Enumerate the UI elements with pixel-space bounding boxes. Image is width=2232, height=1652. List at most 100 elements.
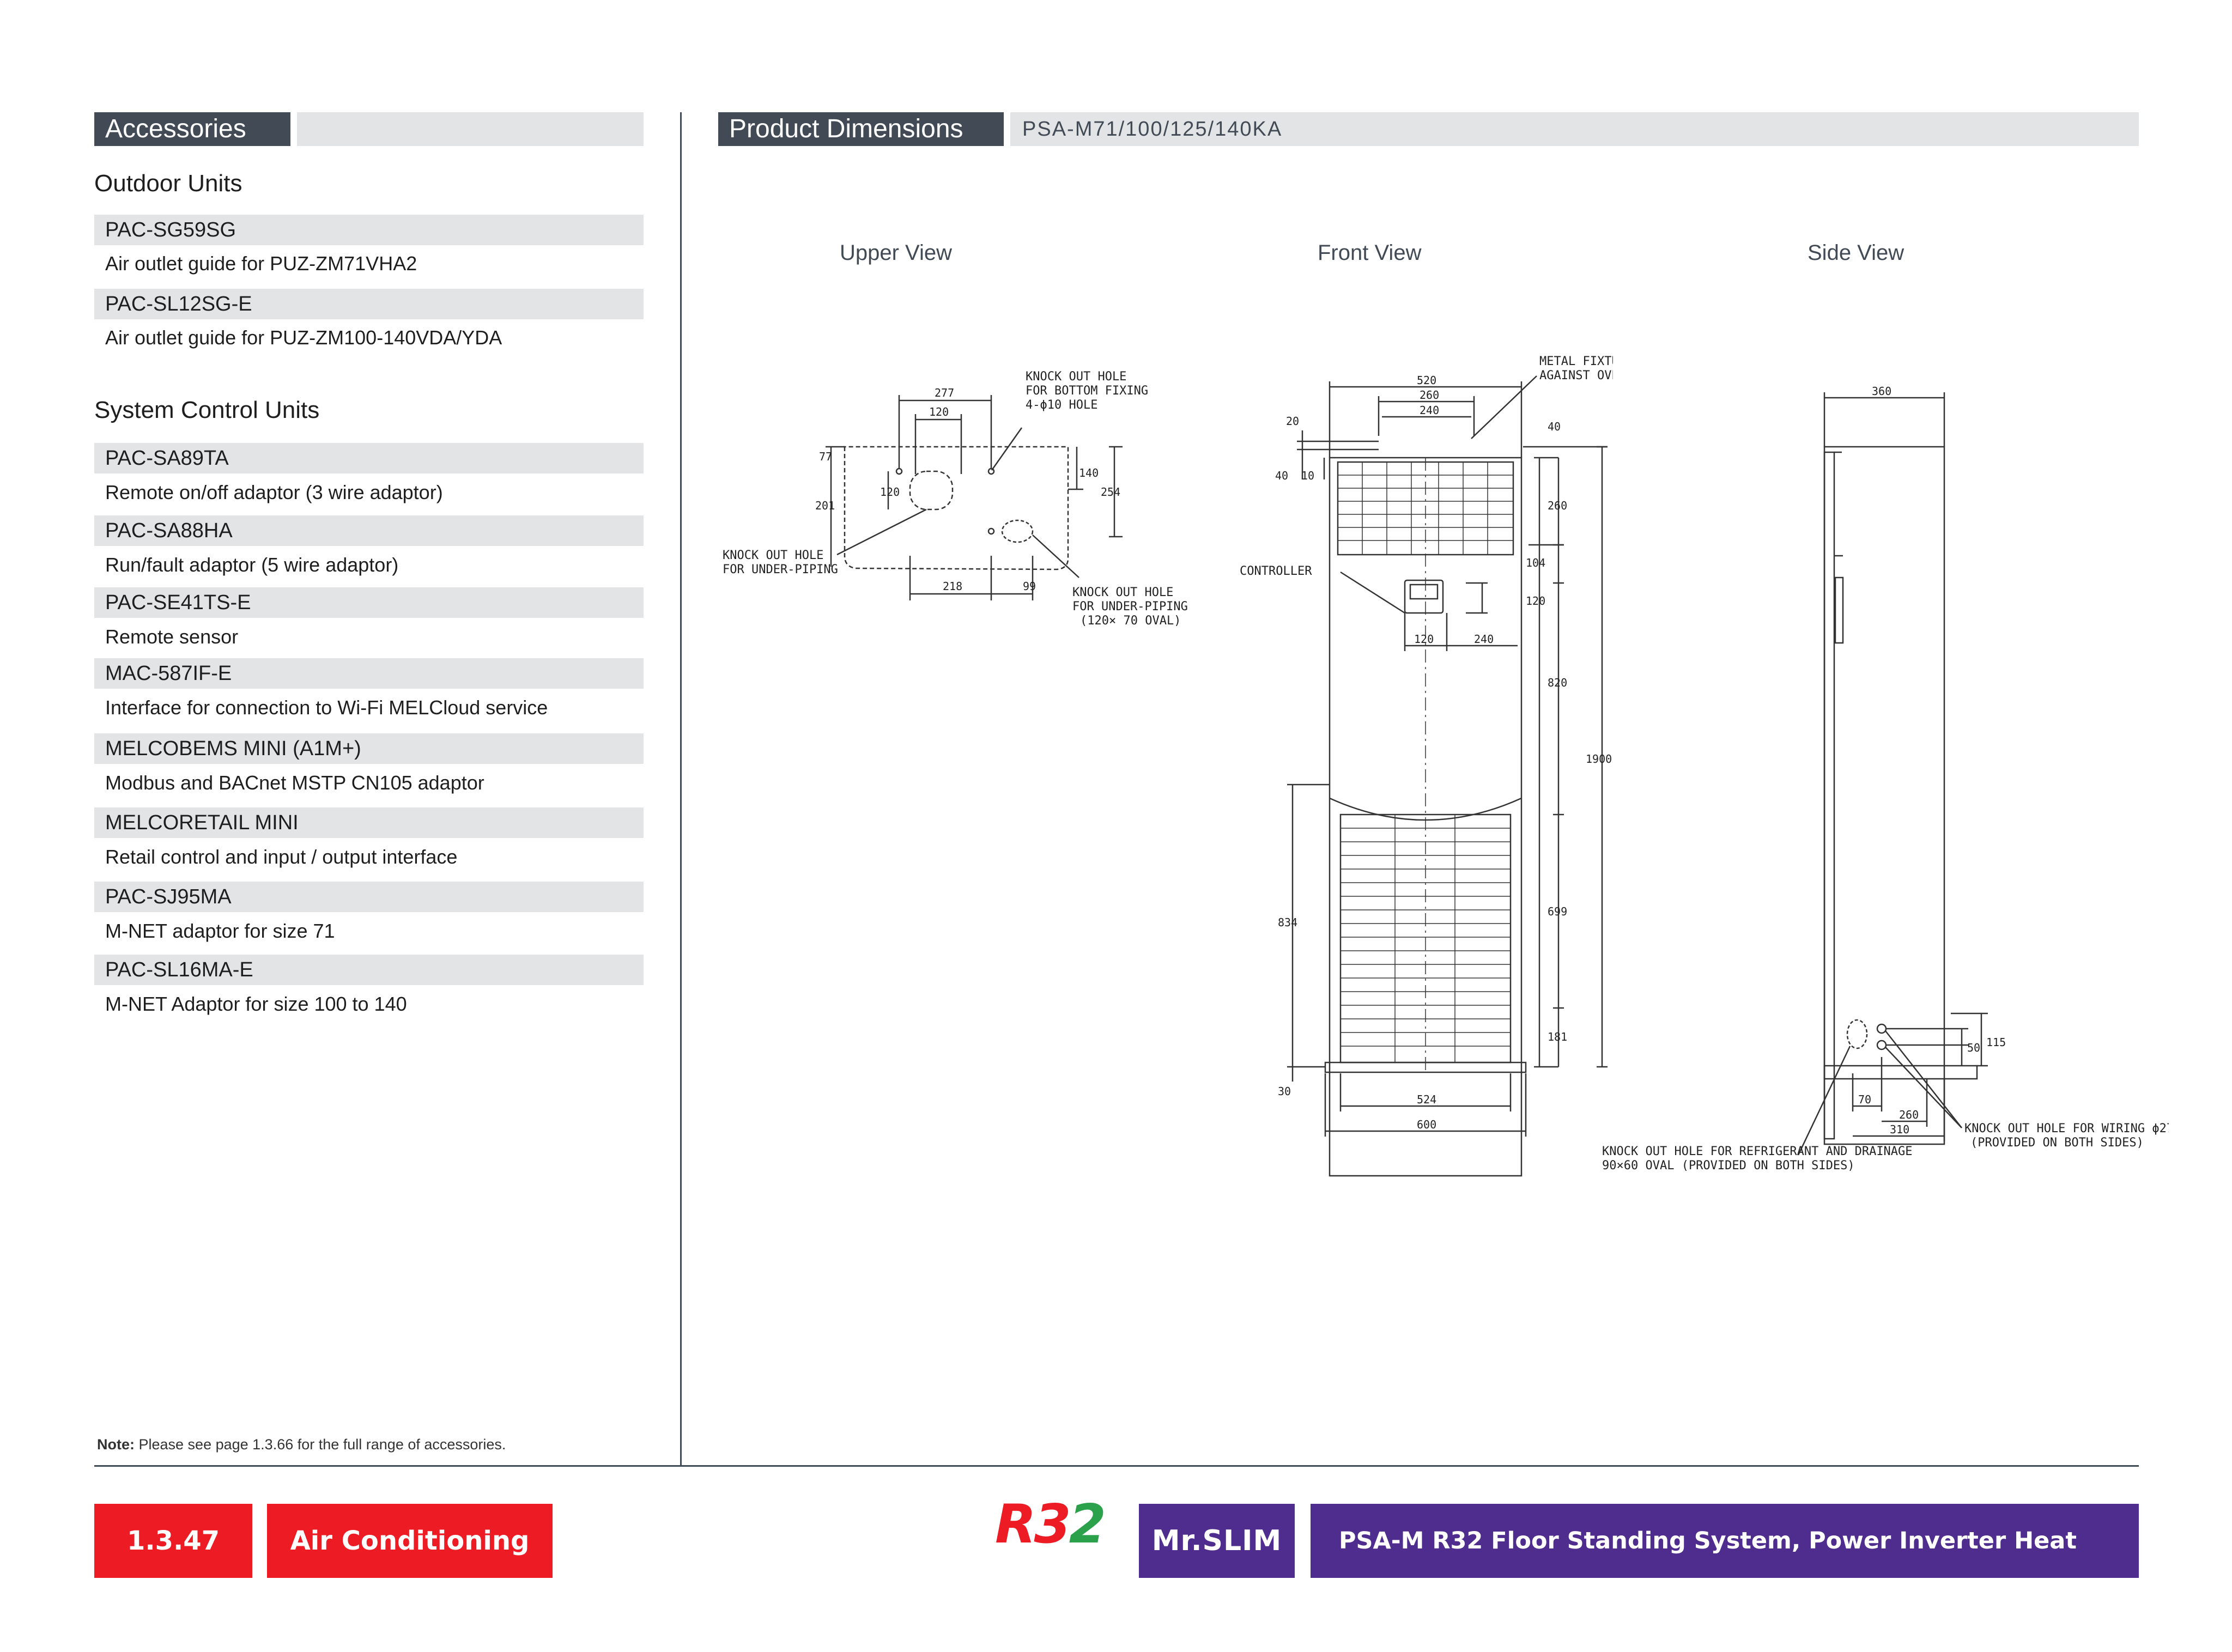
- dim-120h: 120: [1414, 633, 1434, 646]
- accessory-desc: Interface for connection to Wi-Fi MELClo…: [105, 696, 548, 719]
- accessory-desc: Run/fault adaptor (5 wire adaptor): [105, 554, 399, 576]
- column-divider: [680, 112, 682, 1467]
- dim-10: 10: [1301, 469, 1314, 482]
- accessory-desc: Remote sensor: [105, 625, 239, 648]
- note-label: Note:: [97, 1436, 135, 1453]
- label-knock-oval: FOR UNDER-PIPING: [1072, 600, 1188, 614]
- dim-820: 820: [1548, 676, 1567, 689]
- dim-140: 140: [1079, 466, 1099, 479]
- accessory-code: PAC-SE41TS-E: [94, 587, 644, 618]
- accessory-code: PAC-SL12SG-E: [94, 289, 644, 319]
- label-knock-refrigerant: KNOCK OUT HOLE FOR REFRIGERANT AND DRAIN…: [1602, 1145, 1913, 1158]
- dim-524: 524: [1417, 1093, 1436, 1106]
- r32-logo-3: 3: [1034, 1493, 1071, 1556]
- dim-699: 699: [1548, 905, 1567, 918]
- upper-view-oval-hole: [1001, 519, 1034, 543]
- dim-115: 115: [1986, 1036, 2006, 1049]
- upper-view-knockout: [909, 470, 954, 511]
- dim-201: 201: [815, 499, 835, 512]
- label-knock-oval: KNOCK OUT HOLE: [1072, 586, 1173, 599]
- dim-120v: 120: [880, 485, 900, 499]
- fixing-hole: [987, 527, 995, 535]
- label-metal-fixture: METAL FIXTURE: [1539, 355, 1613, 368]
- mr-slim-logo: Mr.SLIM: [1139, 1504, 1295, 1578]
- dim-77: 77: [819, 450, 832, 463]
- accessory-desc: M-NET adaptor for size 71: [105, 920, 335, 942]
- accessories-header: Accessories: [94, 112, 290, 146]
- front-view-drawing: 520 260 240 20 40 10 40 260 104 120 820 …: [1240, 355, 1613, 1177]
- dim-310: 310: [1890, 1123, 1909, 1136]
- dim-520: 520: [1417, 374, 1436, 387]
- system-control-heading: System Control Units: [94, 397, 320, 423]
- note-text: Please see page 1.3.66 for the full rang…: [135, 1436, 506, 1453]
- accessory-code: MELCORETAIL MINI: [94, 807, 644, 838]
- accessory-desc: Air outlet guide for PUZ-ZM100-140VDA/YD…: [105, 326, 502, 349]
- label-knock-refrigerant: 90×60 OVAL (PROVIDED ON BOTH SIDES): [1602, 1159, 1855, 1173]
- dim-360: 360: [1872, 385, 1891, 398]
- label-knock-oval: (120× 70 OVAL): [1080, 614, 1181, 628]
- dim-181: 181: [1548, 1030, 1567, 1043]
- dim-240h: 240: [1474, 633, 1494, 646]
- accessory-code: PAC-SA89TA: [94, 443, 644, 473]
- side-view-front-strip: [1823, 451, 1835, 1140]
- accessory-desc: Air outlet guide for PUZ-ZM71VHA2: [105, 252, 417, 275]
- accessory-desc: Remote on/off adaptor (3 wire adaptor): [105, 481, 443, 503]
- label-knock-wiring: (PROVIDED ON BOTH SIDES): [1970, 1136, 2144, 1150]
- dim-260: 260: [1420, 388, 1439, 402]
- dim-260v: 260: [1548, 499, 1567, 512]
- accessory-code: PAC-SA88HA: [94, 515, 644, 546]
- accessory-code: MAC-587IF-E: [94, 658, 644, 689]
- dim-70: 70: [1858, 1093, 1871, 1106]
- dim-50: 50: [1967, 1041, 1980, 1054]
- side-view-title: Side View: [1808, 241, 1905, 265]
- dim-254: 254: [1101, 485, 1120, 499]
- r32-logo: R32: [995, 1497, 1106, 1552]
- wiring-hole: [1876, 1023, 1887, 1034]
- upper-view-drawing: 277 120 77 201 120 140 254 218 99 KNOCK …: [723, 370, 1188, 628]
- accessory-code: PAC-SL16MA-E: [94, 955, 644, 985]
- r32-logo-r: R: [995, 1493, 1036, 1556]
- page-number: 1.3.47: [94, 1504, 252, 1578]
- dim-30: 30: [1278, 1085, 1291, 1098]
- side-view-base: [1823, 1065, 1978, 1080]
- accessory-desc: Retail control and input / output interf…: [105, 846, 458, 868]
- accessory-code: PAC-SG59SG: [94, 215, 644, 245]
- label-knock-bottom: KNOCK OUT HOLE: [1026, 370, 1126, 384]
- dim-40: 40: [1275, 469, 1288, 482]
- dim-40r: 40: [1548, 420, 1561, 433]
- section-label: Air Conditioning: [267, 1504, 553, 1578]
- accessory-code: PAC-SJ95MA: [94, 882, 644, 912]
- label-knock-under: KNOCK OUT HOLE: [723, 549, 823, 562]
- dim-120: 120: [929, 405, 949, 418]
- fixing-hole: [895, 467, 903, 475]
- dim-218: 218: [943, 580, 962, 593]
- dim-834: 834: [1278, 916, 1297, 929]
- r32-logo-2: 2: [1069, 1493, 1106, 1556]
- accessory-desc: M-NET Adaptor for size 100 to 140: [105, 993, 407, 1015]
- bottom-rule: [94, 1465, 2139, 1467]
- label-knock-wiring: KNOCK OUT HOLE FOR WIRING ϕ27: [1964, 1122, 2169, 1135]
- upper-view-title: Upper View: [840, 241, 953, 265]
- dim-600: 600: [1417, 1118, 1436, 1131]
- dim-260: 260: [1899, 1108, 1919, 1121]
- label-knock-bottom: FOR BOTTOM FIXING: [1026, 384, 1148, 398]
- front-view-title: Front View: [1318, 241, 1422, 265]
- dim-99: 99: [1023, 580, 1036, 593]
- accessory-code: MELCOBEMS MINI (A1M+): [94, 733, 644, 764]
- product-dimensions-header: Product Dimensions: [718, 112, 1004, 146]
- accessories-note: Note: Please see page 1.3.66 for the ful…: [97, 1436, 506, 1453]
- accessory-desc: Modbus and BACnet MSTP CN105 adaptor: [105, 772, 484, 794]
- dim-104: 104: [1526, 556, 1545, 569]
- accessories-header-bar: [297, 112, 644, 146]
- refrigerant-hole: [1846, 1019, 1868, 1049]
- wiring-hole: [1876, 1040, 1887, 1050]
- dim-120: 120: [1526, 594, 1545, 608]
- dim-240: 240: [1420, 404, 1439, 417]
- label-controller: CONTROLLER: [1240, 564, 1312, 578]
- dim-277: 277: [935, 386, 954, 399]
- outdoor-units-heading: Outdoor Units: [94, 170, 242, 197]
- side-view-body: [1823, 446, 1945, 1145]
- label-knock-bottom: 4-ϕ10 HOLE: [1026, 398, 1097, 412]
- label-knock-under: FOR UNDER-PIPING: [723, 563, 838, 576]
- footer-title: PSA-M R32 Floor Standing System, Power I…: [1311, 1504, 2139, 1629]
